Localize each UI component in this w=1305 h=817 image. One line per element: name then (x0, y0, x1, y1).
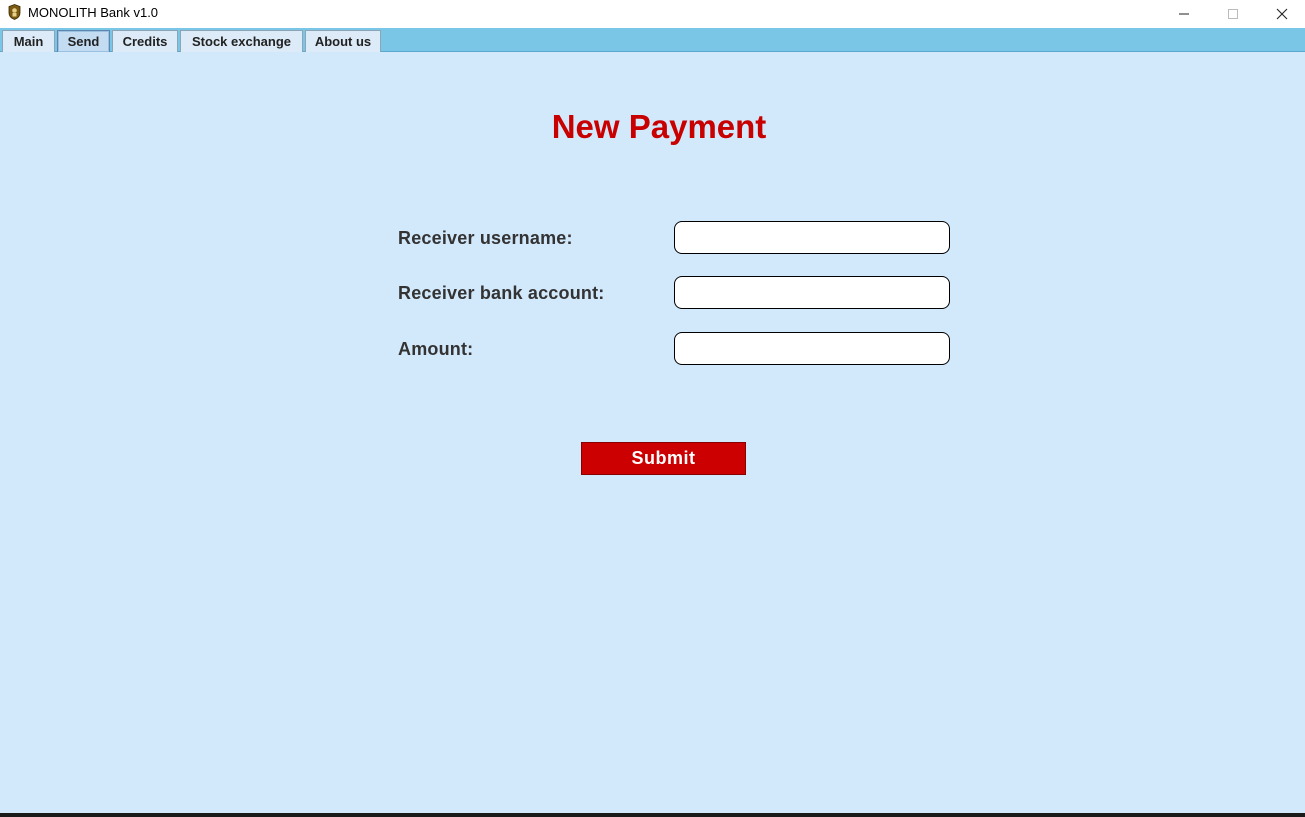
title-bar: MONOLITH Bank v1.0 (0, 0, 1305, 28)
receiver-account-label: Receiver bank account: (398, 283, 605, 303)
close-button[interactable] (1259, 0, 1305, 28)
tab-about-us[interactable]: About us (305, 30, 381, 52)
window-bottom-edge (0, 813, 1305, 817)
tab-credits[interactable]: Credits (112, 30, 178, 52)
maximize-icon (1228, 9, 1238, 19)
maximize-button[interactable] (1210, 0, 1256, 28)
window-title: MONOLITH Bank v1.0 (28, 5, 159, 20)
receiver-username-input[interactable] (674, 221, 950, 254)
minimize-button[interactable] (1161, 0, 1207, 28)
submit-button[interactable]: Submit (581, 442, 746, 475)
receiver-username-label: Receiver username: (398, 228, 573, 248)
page-title: New Payment (551, 108, 767, 145)
amount-input[interactable] (674, 332, 950, 365)
receiver-account-input[interactable] (674, 276, 950, 309)
app-window: MONOLITH Bank v1.0 Main Send Credits Sto… (0, 0, 1305, 817)
amount-label: Amount: (398, 339, 474, 359)
tab-stock-exchange[interactable]: Stock exchange (180, 30, 303, 52)
tab-send[interactable]: Send (57, 30, 110, 52)
tab-bar: Main Send Credits Stock exchange About u… (0, 28, 1305, 52)
monolith-logo-icon (8, 4, 21, 20)
tab-main[interactable]: Main (2, 30, 55, 52)
payment-panel: New Payment Receiver username: Receiver … (0, 53, 1305, 815)
minimize-icon (1179, 13, 1189, 15)
close-icon (1276, 8, 1288, 20)
